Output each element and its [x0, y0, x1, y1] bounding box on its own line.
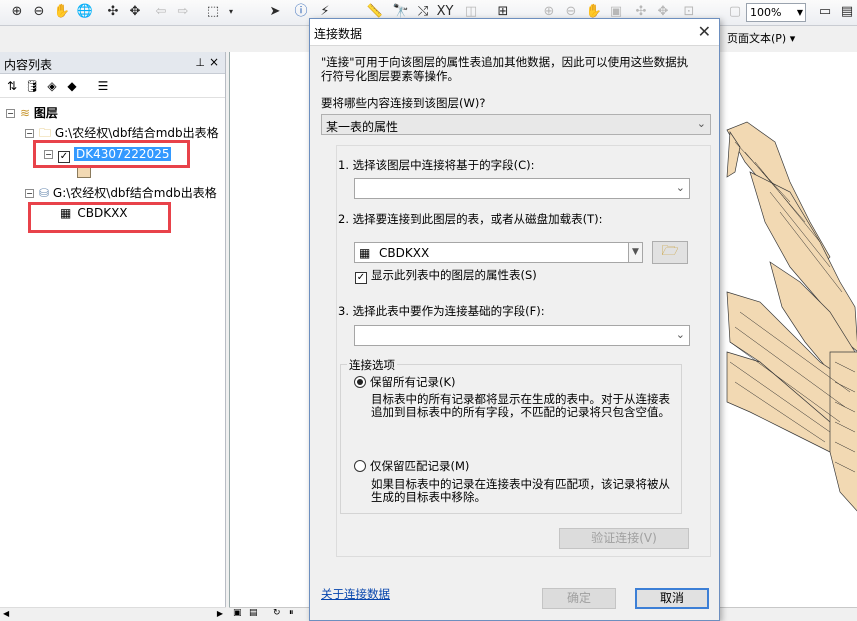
tree-layers-root[interactable]: − ≋ 图层 [6, 104, 58, 122]
page-text-menu[interactable]: 页面文本(P) ▾ [727, 30, 795, 46]
page-text-label: 页面文本(P) [727, 32, 787, 45]
show-attr-tables-row[interactable]: ✓ 显示此列表中的图层的属性表(S) [355, 268, 537, 284]
list-by-selection-icon[interactable]: ◆ [64, 78, 80, 94]
step3-label: 3. 选择此表中要作为连接基础的字段(F): [338, 304, 545, 318]
keep-matching-desc-line2: 生成的目标表中移除。 [371, 490, 486, 504]
zoom-100-icon[interactable]: ▢ [726, 3, 744, 21]
keep-all-desc-line1: 目标表中的所有记录都将显示在生成的表中。对于从连接表 [371, 392, 670, 406]
layout-view-tab-icon[interactable]: ▤ [249, 608, 258, 618]
cancel-button[interactable]: 取消 [635, 588, 709, 609]
join-table-select[interactable]: ▦ CBDKXX ▼ [354, 242, 643, 263]
tree-group-2[interactable]: − ⛁ G:\农经权\dbf结合mdb出表格 [25, 184, 217, 202]
refresh-icon[interactable]: ↻ [273, 608, 281, 618]
table-icon: ▦ [359, 246, 371, 260]
toc-header: 内容列表 ⊥ × [0, 52, 225, 74]
select-features-icon[interactable]: ⬚ [204, 3, 222, 21]
step1-label: 1. 选择该图层中连接将基于的字段(C): [338, 158, 535, 172]
open-folder-icon: 🗁 [661, 243, 679, 259]
what-to-join-label: 要将哪些内容连接到该图层(W)? [321, 96, 486, 110]
highlight-box-layer [33, 140, 190, 168]
ok-button[interactable]: 确定 [542, 588, 616, 609]
chevron-down-icon: ⌄ [675, 328, 685, 341]
layers-icon: ≋ [20, 106, 31, 120]
database-icon: ⛁ [39, 186, 50, 200]
zoom-level-value: 100% [750, 6, 782, 19]
full-extent-icon[interactable]: 🌐 [76, 3, 94, 21]
dialog-title: 连接数据 [314, 27, 363, 41]
what-to-join-value: 某一表的属性 [326, 120, 399, 134]
step2-label: 2. 选择要连接到此图层的表，或者从磁盘加载表(T): [338, 212, 603, 226]
fixed-zoom-out-icon[interactable]: ✥ [126, 3, 144, 21]
toc-horizontal-scrollbar[interactable]: ◀ ▶ [0, 607, 226, 621]
collapse-icon[interactable]: − [25, 129, 34, 138]
zoom-out-icon[interactable]: ⊖ [30, 3, 48, 21]
pause-drawing-icon[interactable]: ⏸ [289, 608, 294, 618]
keep-matching-option[interactable]: 仅保留匹配记录(M) [354, 459, 469, 473]
select-dropdown-icon[interactable]: ▾ [222, 3, 240, 21]
keep-matching-desc-line1: 如果目标表中的记录在连接表中没有匹配项，该记录将被从 [371, 477, 670, 491]
table-join-field-select[interactable]: ⌄ [354, 325, 690, 346]
toc-toolbar: ⇅ 🛢 ◈ ◆ ☰ [0, 74, 225, 98]
chevron-down-icon: ⌄ [696, 117, 706, 130]
join-data-dialog: 连接数据 ✕ "连接"可用于向该图层的属性表追加其他数据，因此可以使用这些数据执… [309, 18, 720, 621]
group1-path: G:\农经权\dbf结合mdb出表格 [54, 126, 219, 140]
chevron-down-icon: ⌄ [675, 181, 685, 194]
keep-matching-label: 仅保留匹配记录(M) [370, 459, 470, 473]
intro-text-line2: 行符号化图层要素等操作。 [321, 69, 459, 83]
about-joining-link[interactable]: 关于连接数据 [321, 587, 390, 601]
pan-icon[interactable]: ✋ [53, 3, 71, 21]
legend-swatch[interactable] [77, 167, 91, 178]
layers-root-label: 图层 [33, 106, 58, 120]
show-attr-tables-label: 显示此列表中的图层的属性表(S) [371, 268, 537, 282]
list-by-visibility-icon[interactable]: ◈ [44, 78, 60, 94]
collapse-icon[interactable]: − [25, 189, 34, 198]
join-options-label: 连接选项 [347, 358, 397, 372]
select-elements-icon[interactable]: ➤ [266, 3, 284, 21]
show-attr-tables-checkbox[interactable]: ✓ [355, 272, 367, 284]
focus-data-frame-icon[interactable]: ▤ [838, 3, 856, 21]
what-to-join-select[interactable]: 某一表的属性 ⌄ [321, 114, 711, 135]
validate-join-button[interactable]: 验证连接(V) [559, 528, 689, 549]
forward-extent-icon[interactable]: ⇨ [174, 3, 192, 21]
intro-text-line1: "连接"可用于向该图层的属性表追加其他数据，因此可以使用这些数据执 [321, 55, 689, 69]
zoom-in-icon[interactable]: ⊕ [8, 3, 26, 21]
keep-all-label: 保留所有记录(K) [370, 375, 456, 389]
close-icon[interactable]: ✕ [698, 22, 711, 41]
folder-icon: 🗀 [39, 126, 52, 140]
dialog-titlebar: 连接数据 ✕ [310, 19, 719, 46]
options-icon[interactable]: ☰ [95, 78, 111, 94]
list-by-drawing-order-icon[interactable]: ⇅ [4, 78, 20, 94]
chevron-down-icon: ▼ [796, 8, 803, 17]
data-view-icon[interactable]: ▣ [233, 608, 242, 618]
collapse-icon[interactable]: − [6, 109, 15, 118]
highlight-box-table [28, 202, 171, 233]
scroll-right-icon[interactable]: ▶ [217, 609, 223, 618]
back-extent-icon[interactable]: ⇦ [152, 3, 170, 21]
join-table-value: CBDKXX [379, 246, 430, 260]
keep-all-radio[interactable] [354, 376, 366, 388]
table-of-contents: 内容列表 ⊥ × ⇅ 🛢 ◈ ◆ ☰ − ≋ 图层 − 🗀 G:\农经权\dbf结合… [0, 52, 226, 621]
close-icon[interactable]: × [209, 55, 219, 69]
identify-icon[interactable]: ⓘ [292, 3, 310, 21]
scroll-left-icon[interactable]: ◀ [3, 609, 9, 618]
fixed-zoom-in-icon[interactable]: ✣ [104, 3, 122, 21]
pin-icon[interactable]: ⊥ [195, 56, 205, 69]
keep-all-option[interactable]: 保留所有记录(K) [354, 375, 456, 389]
zoom-level-combo[interactable]: 100% ▼ [746, 3, 806, 22]
layer-join-field-select[interactable]: ⌄ [354, 178, 690, 199]
list-by-source-icon[interactable]: 🛢 [24, 78, 40, 94]
chevron-down-icon: ▼ [628, 243, 642, 262]
keep-matching-radio[interactable] [354, 460, 366, 472]
browse-table-button[interactable]: 🗁 [652, 241, 688, 264]
toggle-draft-mode-icon[interactable]: ▭ [816, 3, 834, 21]
group2-path: G:\农经权\dbf结合mdb出表格 [52, 186, 217, 200]
toc-title: 内容列表 [4, 58, 53, 72]
keep-all-desc-line2: 追加到目标表中的所有字段，不匹配的记录将只包含空值。 [371, 405, 670, 419]
